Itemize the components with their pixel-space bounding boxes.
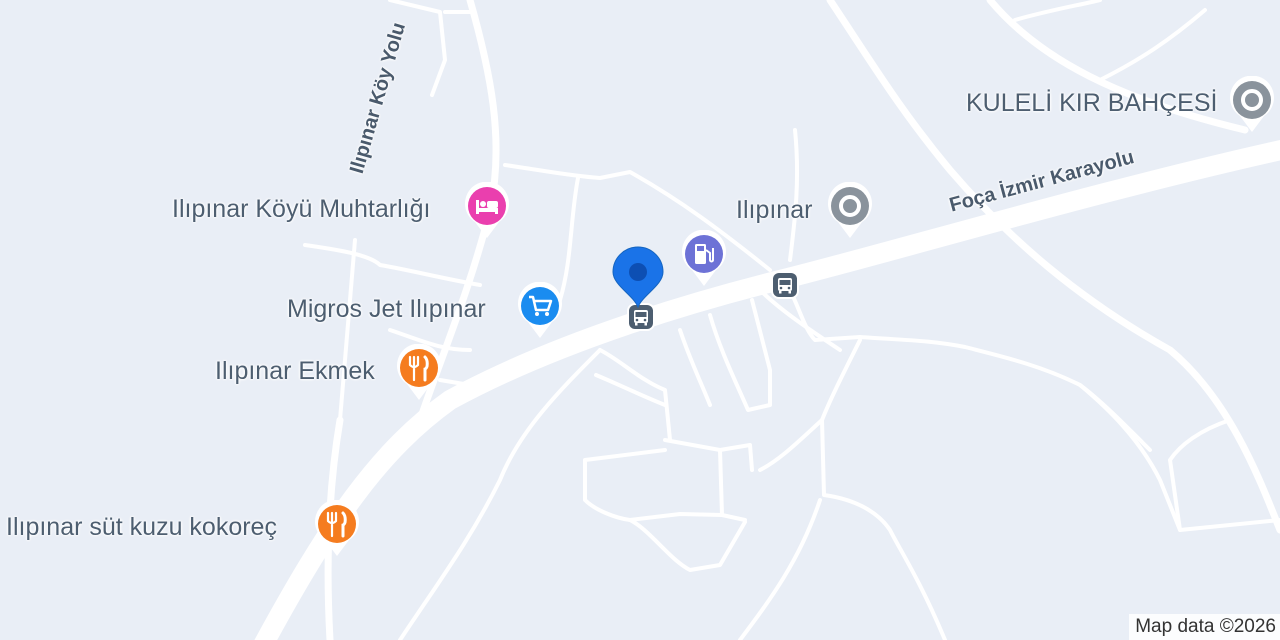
shopping-cart-icon: [518, 282, 562, 338]
fuel-pump-icon: [682, 230, 726, 286]
bus-stop-east[interactable]: [770, 270, 800, 300]
fork-knife-icon: [397, 344, 441, 400]
location-pin-icon: [612, 246, 664, 309]
place-marker-icon: [1230, 76, 1274, 132]
poi-pin-muhtarlik[interactable]: [463, 182, 511, 240]
bus-icon: [771, 271, 799, 299]
place-marker-icon: [828, 182, 872, 238]
poi-label-migros[interactable]: Migros Jet Ilıpınar: [287, 297, 486, 322]
poi-pin-migros[interactable]: [516, 282, 564, 340]
poi-label-kuleli[interactable]: KULELİ KIR BAHÇESİ: [966, 91, 1217, 116]
map-canvas[interactable]: Ilıpınar Köy Yolu Foça İzmir Karayolu KU…: [0, 0, 1280, 640]
fork-knife-icon: [315, 500, 359, 556]
lodging-icon: [465, 182, 509, 238]
poi-pin-ilipinar[interactable]: [826, 182, 874, 240]
poi-label-ekmek[interactable]: Ilıpınar Ekmek: [215, 359, 375, 384]
poi-pin-fuel[interactable]: [680, 230, 728, 288]
poi-pin-ekmek[interactable]: [395, 344, 443, 402]
poi-pin-kuleli[interactable]: [1228, 76, 1276, 134]
poi-pin-kokorec[interactable]: [313, 500, 361, 558]
poi-label-ilipinar[interactable]: Ilıpınar: [736, 198, 812, 223]
selected-location-marker[interactable]: [611, 245, 665, 309]
poi-label-kokorec[interactable]: Ilıpınar süt kuzu kokoreç: [6, 515, 277, 540]
poi-label-muhtarlik[interactable]: Ilıpınar Köyü Muhtarlığı: [172, 197, 430, 222]
map-attribution[interactable]: Map data ©2026: [1129, 614, 1280, 640]
